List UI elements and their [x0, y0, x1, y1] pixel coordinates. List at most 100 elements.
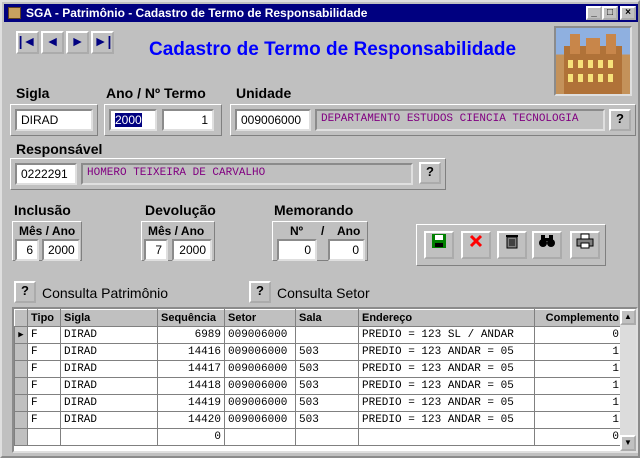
cell-tipo[interactable]: F — [27, 394, 61, 412]
trash-button[interactable] — [497, 231, 527, 259]
next-record-button[interactable]: ► — [66, 31, 89, 54]
print-button[interactable] — [570, 231, 600, 259]
cell-endereco[interactable]: PREDIO = 123 ANDAR = 05 — [358, 411, 535, 429]
cell-tipo[interactable]: F — [27, 411, 61, 429]
new-record-row[interactable]: 0 0 — [14, 428, 623, 446]
cell-sigla[interactable]: DIRAD — [60, 360, 158, 378]
memorando-ano-field[interactable]: 0 — [328, 239, 365, 261]
cancel-button[interactable] — [461, 231, 491, 259]
cell-sala[interactable] — [295, 428, 359, 446]
cell-setor[interactable]: 009006000 — [224, 343, 296, 361]
cell-endereco[interactable]: PREDIO = 123 SL / ANDAR — [358, 326, 535, 344]
column-header-sala[interactable]: Sala — [295, 309, 359, 327]
ano-field[interactable]: 2000 — [109, 109, 157, 131]
cell-complemento[interactable]: 1 — [534, 411, 623, 429]
cell-setor[interactable]: 009006000 — [224, 360, 296, 378]
cell-sequencia[interactable]: 14420 — [157, 411, 225, 429]
cell-complemento[interactable]: 1 — [534, 343, 623, 361]
vertical-scrollbar[interactable]: ▲ ▼ — [620, 309, 636, 451]
cell-setor[interactable] — [224, 428, 296, 446]
inclusao-mes-field[interactable]: 6 — [15, 239, 39, 261]
cell-sala[interactable]: 503 — [295, 394, 359, 412]
cell-sequencia[interactable]: 6989 — [157, 326, 225, 344]
cell-tipo[interactable] — [27, 428, 61, 446]
cell-sigla[interactable]: DIRAD — [60, 377, 158, 395]
devolucao-ano-field[interactable]: 2000 — [172, 239, 212, 261]
consulta-patrimonio-label[interactable]: Consulta Patrimônio — [42, 285, 168, 301]
unidade-lookup-button[interactable]: ? — [609, 109, 631, 131]
table-row[interactable]: F DIRAD 14418 009006000 503 PREDIO = 123… — [14, 377, 623, 395]
cell-tipo[interactable]: F — [27, 343, 61, 361]
consulta-setor-button[interactable]: ? — [249, 281, 271, 303]
first-record-button[interactable]: |◄ — [16, 31, 39, 54]
cell-sequencia[interactable]: 14417 — [157, 360, 225, 378]
cell-endereco[interactable]: PREDIO = 123 ANDAR = 05 — [358, 343, 535, 361]
cell-setor[interactable]: 009006000 — [224, 411, 296, 429]
column-header-setor[interactable]: Setor — [224, 309, 296, 327]
cell-sigla[interactable]: DIRAD — [60, 411, 158, 429]
cell-endereco[interactable]: PREDIO = 123 ANDAR = 05 — [358, 360, 535, 378]
cell-endereco[interactable]: PREDIO = 123 ANDAR = 05 — [358, 394, 535, 412]
prev-arrow-icon: ◄ — [45, 33, 60, 49]
cell-sequencia[interactable]: 14418 — [157, 377, 225, 395]
row-indicator — [14, 428, 28, 446]
consulta-setor-label[interactable]: Consulta Setor — [277, 285, 370, 301]
cell-sala[interactable]: 503 — [295, 343, 359, 361]
unidade-code-field[interactable]: 009006000 — [235, 109, 311, 131]
cell-endereco[interactable] — [358, 428, 535, 446]
cell-sigla[interactable]: DIRAD — [60, 394, 158, 412]
cell-sigla[interactable]: DIRAD — [60, 343, 158, 361]
scroll-down-button[interactable]: ▼ — [620, 435, 636, 451]
cell-tipo[interactable]: F — [27, 377, 61, 395]
close-button[interactable]: × — [620, 6, 636, 20]
cell-sala[interactable]: 503 — [295, 411, 359, 429]
cell-complemento[interactable]: 1 — [534, 377, 623, 395]
cell-setor[interactable]: 009006000 — [224, 394, 296, 412]
sigla-field[interactable]: DIRAD — [15, 109, 93, 131]
patrimonio-grid[interactable]: Tipo Sigla Sequência Setor Sala Endereço… — [12, 307, 638, 453]
cell-setor[interactable]: 009006000 — [224, 326, 296, 344]
cell-tipo[interactable]: F — [27, 360, 61, 378]
cell-sala[interactable]: 503 — [295, 360, 359, 378]
cell-complemento[interactable]: 0 — [534, 326, 623, 344]
save-button[interactable] — [424, 231, 454, 259]
cell-setor[interactable]: 009006000 — [224, 377, 296, 395]
minimize-button[interactable]: _ — [586, 6, 602, 20]
cell-complemento[interactable]: 1 — [534, 360, 623, 378]
responsavel-lookup-button[interactable]: ? — [419, 162, 441, 184]
last-record-button[interactable]: ►| — [91, 31, 114, 54]
memorando-n-field[interactable]: 0 — [277, 239, 317, 261]
cell-sequencia[interactable]: 14419 — [157, 394, 225, 412]
maximize-button[interactable]: □ — [602, 6, 618, 20]
cell-endereco[interactable]: PREDIO = 123 ANDAR = 05 — [358, 377, 535, 395]
cell-sigla[interactable]: DIRAD — [60, 326, 158, 344]
consulta-patrimonio-button[interactable]: ? — [14, 281, 36, 303]
table-row[interactable]: F DIRAD 14419 009006000 503 PREDIO = 123… — [14, 394, 623, 412]
column-header-complemento[interactable]: Complemento — [534, 309, 623, 327]
table-row[interactable]: F DIRAD 14416 009006000 503 PREDIO = 123… — [14, 343, 623, 361]
cell-tipo[interactable]: F — [27, 326, 61, 344]
inclusao-ano-field[interactable]: 2000 — [42, 239, 80, 261]
cell-sequencia[interactable]: 14416 — [157, 343, 225, 361]
table-row[interactable]: F DIRAD 14420 009006000 503 PREDIO = 123… — [14, 411, 623, 429]
table-row[interactable]: ▶ F DIRAD 6989 009006000 PREDIO = 123 SL… — [14, 326, 623, 344]
cell-sala[interactable] — [295, 326, 359, 344]
app-icon[interactable] — [8, 7, 21, 19]
column-header-endereco[interactable]: Endereço — [358, 309, 535, 327]
scroll-up-button[interactable]: ▲ — [620, 309, 636, 325]
table-row[interactable]: F DIRAD 14417 009006000 503 PREDIO = 123… — [14, 360, 623, 378]
search-button[interactable] — [532, 231, 562, 259]
column-header-sigla[interactable]: Sigla — [60, 309, 158, 327]
cell-sigla[interactable] — [60, 428, 158, 446]
column-header-sequencia[interactable]: Sequência — [157, 309, 225, 327]
cell-complemento[interactable]: 1 — [534, 394, 623, 412]
column-header-tipo[interactable]: Tipo — [27, 309, 61, 327]
cell-sala[interactable]: 503 — [295, 377, 359, 395]
devolucao-mes-field[interactable]: 7 — [144, 239, 168, 261]
responsavel-code-field[interactable]: 0222291 — [15, 163, 77, 185]
termo-field[interactable]: 1 — [162, 109, 214, 131]
prev-record-button[interactable]: ◄ — [41, 31, 64, 54]
cell-complemento[interactable]: 0 — [534, 428, 623, 446]
cell-sequencia[interactable]: 0 — [157, 428, 225, 446]
title-bar[interactable]: SGA - Patrimônio - Cadastro de Termo de … — [4, 4, 638, 22]
